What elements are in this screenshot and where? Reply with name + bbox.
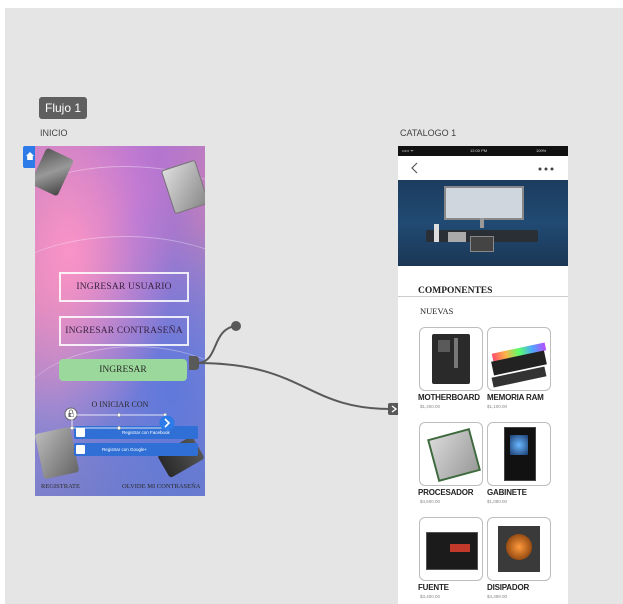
inicio-artboard: INGRESAR USUARIO INGRESAR CONTRASEÑA ING… [35, 146, 205, 496]
product-name: MOTHERBOARD [418, 393, 480, 402]
product-price: $1,100.00 [487, 404, 508, 409]
monitor-shape [444, 186, 524, 220]
google-label: Registrar con Google+ [102, 447, 148, 452]
product-name: FUENTE [418, 583, 449, 592]
flow-badge[interactable]: Flujo 1 [39, 97, 87, 119]
product-name: GABINETE [487, 488, 527, 497]
product-card-psu[interactable] [419, 517, 483, 581]
forgot-password-link[interactable]: OLVIDE MI CONTRASEÑA [122, 483, 200, 490]
link-arrow-icon[interactable] [159, 415, 175, 431]
flow-connector [196, 362, 392, 410]
product-card-case[interactable] [487, 422, 551, 486]
section-title: COMPONENTES [418, 286, 493, 296]
back-chevron-icon[interactable] [410, 162, 420, 174]
prototype-canvas: Flujo 1 INICIO CATALOGO 1 INGRESAR USUAR… [5, 8, 623, 604]
product-card-cooler[interactable] [487, 517, 551, 581]
more-options-icon[interactable] [538, 167, 554, 171]
battery-indicator: 100% [536, 148, 547, 153]
signal-indicator: ••••• ᯤ [402, 148, 414, 153]
connector-endpoint[interactable] [231, 321, 241, 331]
product-name: PROCESADOR [418, 488, 474, 497]
product-card-motherboard[interactable] [419, 327, 483, 391]
register-link[interactable]: REGISTRATE [41, 483, 80, 490]
product-card-processor[interactable] [419, 422, 483, 486]
catalogo-artboard-label[interactable]: CATALOGO 1 [400, 128, 456, 138]
submit-button[interactable]: INGRESAR [59, 359, 187, 381]
google-icon [76, 445, 85, 454]
home-icon [26, 152, 34, 160]
subsection-title: NUEVAS [420, 306, 454, 316]
product-price: $1,080.00 [487, 499, 508, 504]
product-name: MEMORIA RAM [487, 393, 544, 402]
product-name: DISIPADOR [487, 583, 530, 592]
status-bar: ••••• ᯤ 12:00 PM 100% [398, 146, 568, 156]
catalogo-artboard: ••••• ᯤ 12:00 PM 100% COMPONENTES NUEVAS [398, 146, 568, 604]
inicio-artboard-label[interactable]: INICIO [40, 128, 68, 138]
product-price: $1,400.00 [420, 404, 441, 409]
status-time: 12:00 PM [470, 148, 488, 153]
product-card-ram[interactable] [487, 327, 551, 391]
product-price: $3,400.00 [420, 594, 441, 599]
product-price: $4,600.00 [420, 499, 441, 504]
google-login-button[interactable]: Registrar con Google+ [74, 443, 198, 456]
section-header: COMPONENTES [398, 266, 568, 297]
user-input-button[interactable]: INGRESAR USUARIO [59, 272, 189, 302]
product-price: $4,399.00 [487, 594, 508, 599]
hero-banner-image [398, 180, 568, 266]
password-input-button[interactable]: INGRESAR CONTRASEÑA [59, 316, 189, 346]
